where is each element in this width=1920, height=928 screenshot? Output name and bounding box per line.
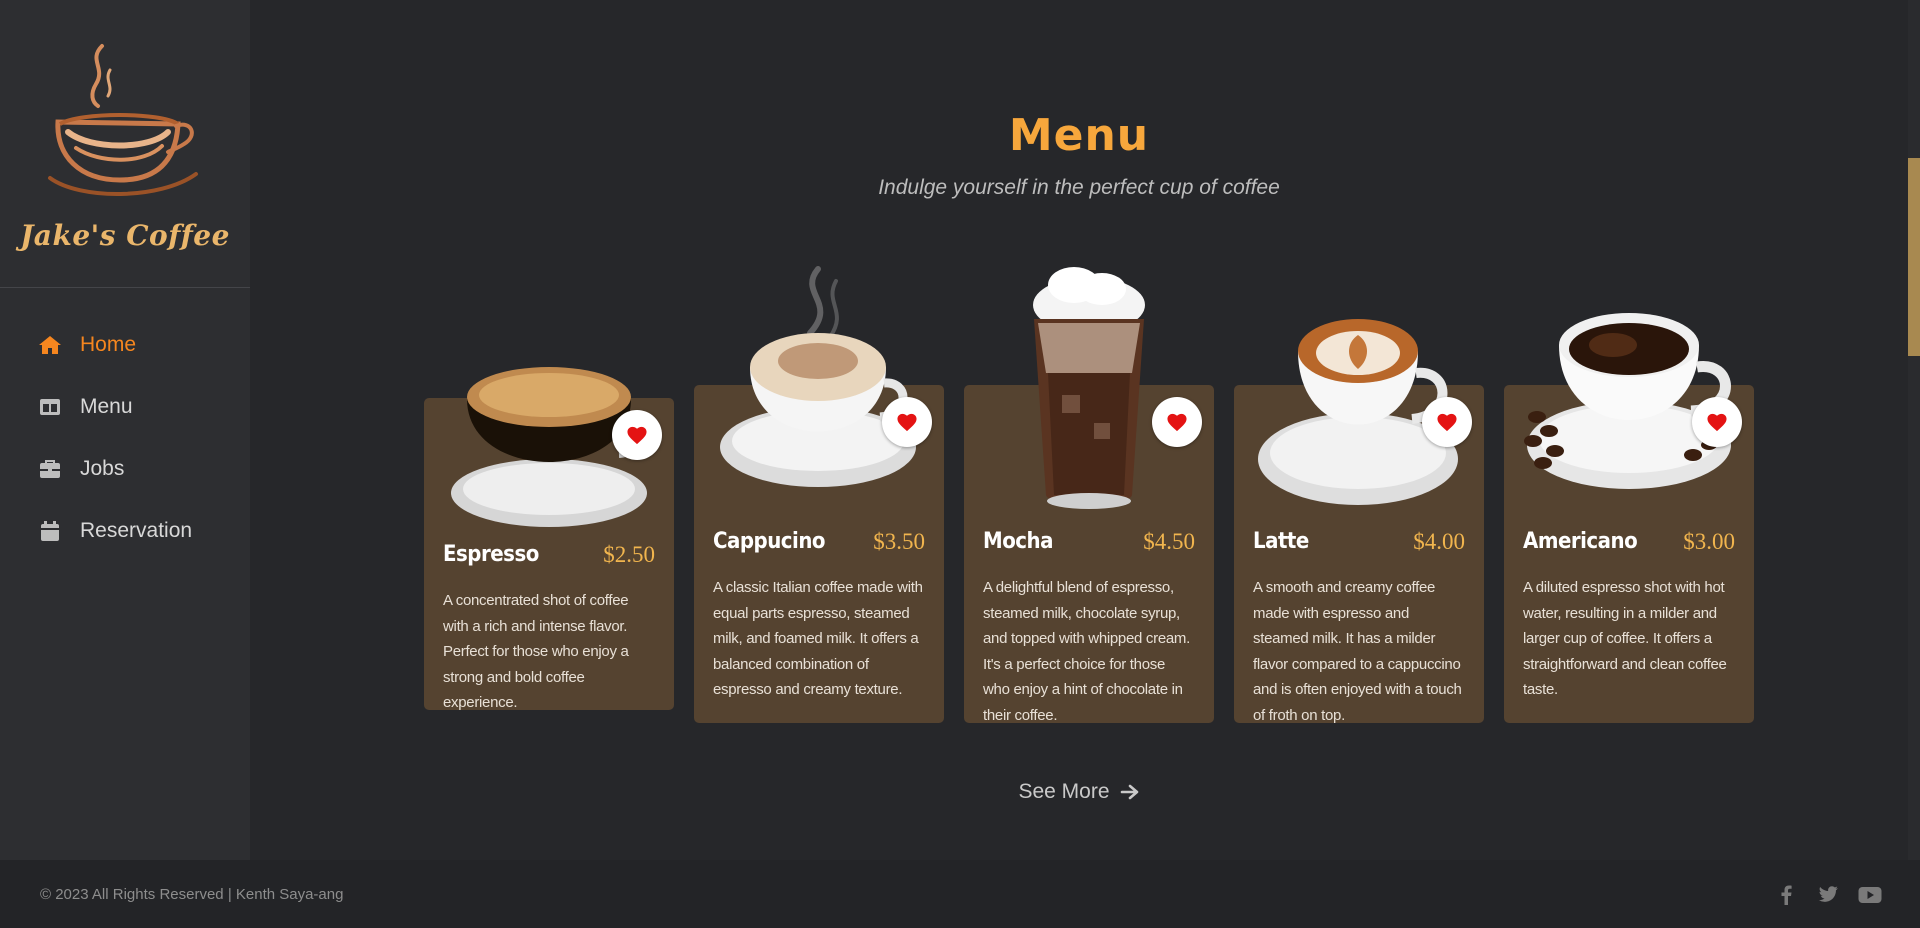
product-description: A classic Italian coffee made with equal…: [713, 579, 923, 698]
sidebar-item-reservation[interactable]: Reservation: [0, 500, 250, 562]
home-icon: [38, 333, 62, 357]
product-card-americano: Americano $3.00 A diluted espresso shot …: [1504, 313, 1754, 723]
product-name: Cappucino: [713, 529, 826, 554]
product-card-mocha: Mocha $4.50 A delightful blend of espres…: [964, 267, 1214, 724]
product-price: $2.50: [603, 542, 655, 567]
sidebar-item-jobs[interactable]: Jobs: [0, 438, 250, 500]
product-card-espresso: Espresso $2.50 A concentrated shot of co…: [424, 367, 674, 711]
favorite-button[interactable]: [612, 410, 662, 460]
product-price: $4.00: [1413, 529, 1465, 554]
heart-icon: [1167, 413, 1187, 432]
footer: © 2023 All Rights Reserved | Kenth Saya-…: [0, 860, 1920, 928]
sidebar-item-label: Reservation: [80, 519, 193, 542]
scrollbar[interactable]: [1908, 0, 1920, 860]
heart-icon: [627, 426, 647, 445]
youtube-icon[interactable]: [1858, 884, 1882, 906]
latte-image: [1234, 281, 1484, 509]
sidebar: Jake's Coffee Home Menu Jobs Reservation: [0, 0, 250, 860]
briefcase-icon: [38, 457, 62, 481]
heart-icon: [1707, 413, 1727, 432]
see-more-link[interactable]: See More: [250, 780, 1908, 804]
arrow-right-icon: [1120, 784, 1138, 800]
social-links: [1774, 884, 1882, 906]
page-subtitle: Indulge yourself in the perfect cup of c…: [878, 176, 1280, 199]
coffee-cup-icon: [40, 40, 210, 213]
product-price: $3.50: [873, 529, 925, 554]
favorite-button[interactable]: [1692, 397, 1742, 447]
menu-book-icon: [38, 395, 62, 419]
product-name: Latte: [1253, 529, 1309, 554]
product-name: Mocha: [983, 529, 1053, 554]
brand[interactable]: Jake's Coffee: [0, 0, 250, 288]
mocha-image: [964, 263, 1214, 513]
product-price: $3.00: [1683, 529, 1735, 554]
see-more-label: See More: [1018, 780, 1110, 803]
brand-name: Jake's Coffee: [20, 219, 230, 252]
favorite-button[interactable]: [882, 397, 932, 447]
product-price: $4.50: [1143, 529, 1195, 554]
product-description: A smooth and creamy coffee made with esp…: [1253, 579, 1462, 724]
product-card-cappucino: Cappucino $3.50 A classic Italian coffee…: [694, 266, 944, 723]
sidebar-item-menu[interactable]: Menu: [0, 376, 250, 438]
heart-icon: [897, 413, 917, 432]
cappucino-image: [694, 259, 944, 499]
sidebar-item-label: Jobs: [80, 457, 125, 480]
favorite-button[interactable]: [1422, 397, 1472, 447]
sidebar-item-label: Menu: [80, 395, 133, 418]
main-content: Menu Indulge yourself in the perfect cup…: [250, 0, 1908, 860]
product-description: A delightful blend of espresso, steamed …: [983, 579, 1190, 724]
product-description: A concentrated shot of coffee with a ric…: [443, 592, 629, 711]
page: Jake's Coffee Home Menu Jobs Reservation…: [0, 0, 1920, 928]
americano-image: [1504, 275, 1754, 505]
copyright-text: © 2023 All Rights Reserved | Kenth Saya-…: [40, 886, 344, 903]
facebook-icon[interactable]: [1774, 884, 1798, 906]
twitter-icon[interactable]: [1816, 884, 1840, 906]
sidebar-item-home[interactable]: Home: [0, 314, 250, 376]
product-description: A diluted espresso shot with hot water, …: [1523, 579, 1727, 698]
sidebar-nav: Home Menu Jobs Reservation: [0, 314, 250, 562]
product-name: Espresso: [443, 542, 539, 567]
page-title: Menu: [1008, 110, 1150, 161]
calendar-icon: [38, 519, 62, 543]
heart-icon: [1437, 413, 1457, 432]
product-card-latte: Latte $4.00 A smooth and creamy coffee m…: [1234, 319, 1484, 724]
favorite-button[interactable]: [1152, 397, 1202, 447]
sidebar-item-label: Home: [80, 333, 137, 356]
product-name: Americano: [1523, 529, 1638, 554]
scrollbar-thumb[interactable]: [1908, 158, 1920, 356]
